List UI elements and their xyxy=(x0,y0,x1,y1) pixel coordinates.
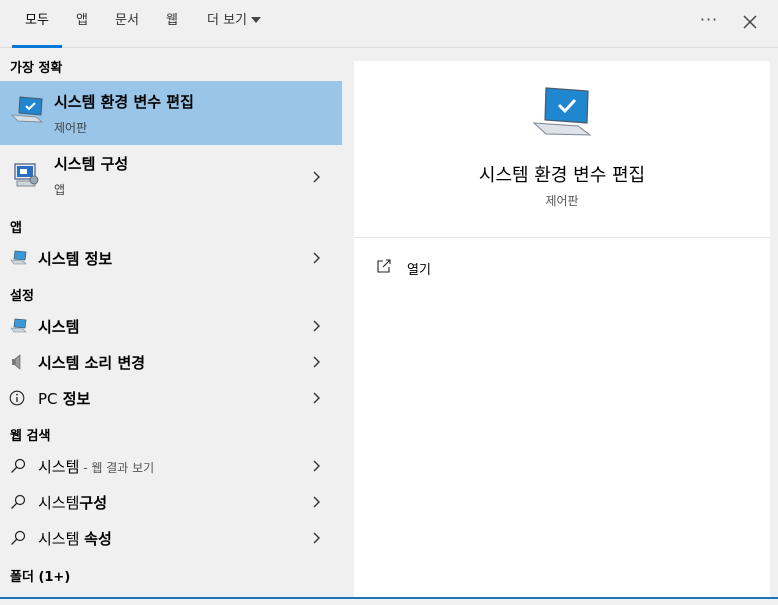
chevron-right-icon[interactable] xyxy=(310,252,322,264)
open-label: 열기 xyxy=(407,263,431,278)
best-match-item[interactable]: 시스템 환경 변수 편집 제어판 xyxy=(0,81,342,145)
chevron-right-icon[interactable] xyxy=(310,392,322,404)
speaker-icon xyxy=(12,354,21,370)
detail-pane: 시스템 환경 변수 편집 제어판 열기 xyxy=(354,61,770,598)
info-icon xyxy=(9,390,25,406)
chevron-right-icon[interactable] xyxy=(310,496,322,508)
best-match-title: 시스템 환경 변수 편집 xyxy=(54,93,194,111)
chevron-right-icon[interactable] xyxy=(310,171,322,183)
web-system-config-query: 시스템 xyxy=(38,494,80,512)
detail-title: 시스템 환경 변수 편집 xyxy=(478,165,646,186)
system-info-icon xyxy=(10,250,27,265)
web-system-query: 시스템 xyxy=(38,458,80,476)
tab-documents[interactable]: 문서 xyxy=(104,0,150,48)
tab-web[interactable]: 웹 xyxy=(156,0,188,48)
section-folders: 폴더 (1+) xyxy=(10,570,71,585)
settings-system-title: 시스템 xyxy=(38,318,80,336)
result-web-system-properties[interactable]: 시스템 속성 xyxy=(0,521,342,555)
pc-info-bold: 정보 xyxy=(57,390,91,408)
tab-more-label: 더 보기 xyxy=(206,13,247,28)
system-config-title: 시스템 구성 xyxy=(54,155,129,173)
chevron-down-icon xyxy=(251,17,261,23)
settings-sound-title: 시스템 소리 변경 xyxy=(38,354,146,372)
chevron-right-icon[interactable] xyxy=(310,356,322,368)
open-external-icon xyxy=(377,259,391,273)
result-system-config[interactable]: 시스템 구성 앱 xyxy=(0,147,342,207)
system-info-title: 시스템 정보 xyxy=(38,250,113,268)
result-web-system[interactable]: 시스템 - 웹 결과 보기 xyxy=(0,449,342,483)
web-system-title: 시스템 - 웹 결과 보기 xyxy=(38,456,154,477)
search-icon xyxy=(11,458,26,473)
monitor-check-icon xyxy=(532,87,592,136)
chevron-right-icon[interactable] xyxy=(310,460,322,472)
section-web-search: 웹 검색 xyxy=(10,429,51,444)
pc-info-prefix: PC xyxy=(38,390,58,408)
tab-more[interactable]: 더 보기 xyxy=(196,0,272,48)
chevron-right-icon[interactable] xyxy=(310,532,322,544)
chevron-right-icon[interactable] xyxy=(310,320,322,332)
result-settings-sound[interactable]: 시스템 소리 변경 xyxy=(0,345,342,379)
section-settings: 설정 xyxy=(10,289,34,304)
results-list: 가장 정확 시스템 환경 변수 편집 제어판 시스템 구성 앱 앱 시스템 정보 xyxy=(0,49,346,605)
monitor-check-icon xyxy=(10,96,44,123)
divider xyxy=(354,237,770,238)
section-best-match: 가장 정확 xyxy=(10,61,63,76)
search-filter-bar: 모두 앱 문서 웹 더 보기 ··· xyxy=(0,0,778,48)
tab-apps[interactable]: 앱 xyxy=(66,0,98,48)
section-apps: 앱 xyxy=(10,221,22,236)
system-config-subtitle: 앱 xyxy=(54,183,66,197)
result-settings-pc-info[interactable]: PC 정보 xyxy=(0,381,342,415)
web-system-properties-bold: 속성 xyxy=(84,530,112,548)
open-action[interactable]: 열기 xyxy=(374,255,574,279)
more-options-button[interactable]: ··· xyxy=(694,8,724,36)
settings-pc-info-title: PC 정보 xyxy=(38,388,90,409)
web-system-properties-title: 시스템 속성 xyxy=(38,528,112,549)
result-web-system-config[interactable]: 시스템구성 xyxy=(0,485,342,519)
search-icon xyxy=(11,494,26,509)
laptop-icon xyxy=(10,318,27,333)
result-system-info[interactable]: 시스템 정보 xyxy=(0,241,342,275)
tab-all[interactable]: 모두 xyxy=(12,0,62,48)
search-box-edge xyxy=(0,597,778,599)
web-system-config-title: 시스템구성 xyxy=(38,492,107,513)
search-icon xyxy=(11,530,26,545)
close-icon[interactable] xyxy=(736,8,764,36)
best-match-subtitle: 제어판 xyxy=(54,121,88,135)
web-system-suffix: - 웹 결과 보기 xyxy=(79,461,155,475)
system-config-icon xyxy=(14,163,39,187)
result-settings-system[interactable]: 시스템 xyxy=(0,309,342,343)
web-system-properties-query: 시스템 xyxy=(38,530,85,548)
web-system-config-bold: 구성 xyxy=(79,494,108,512)
detail-subtitle: 제어판 xyxy=(545,194,579,208)
